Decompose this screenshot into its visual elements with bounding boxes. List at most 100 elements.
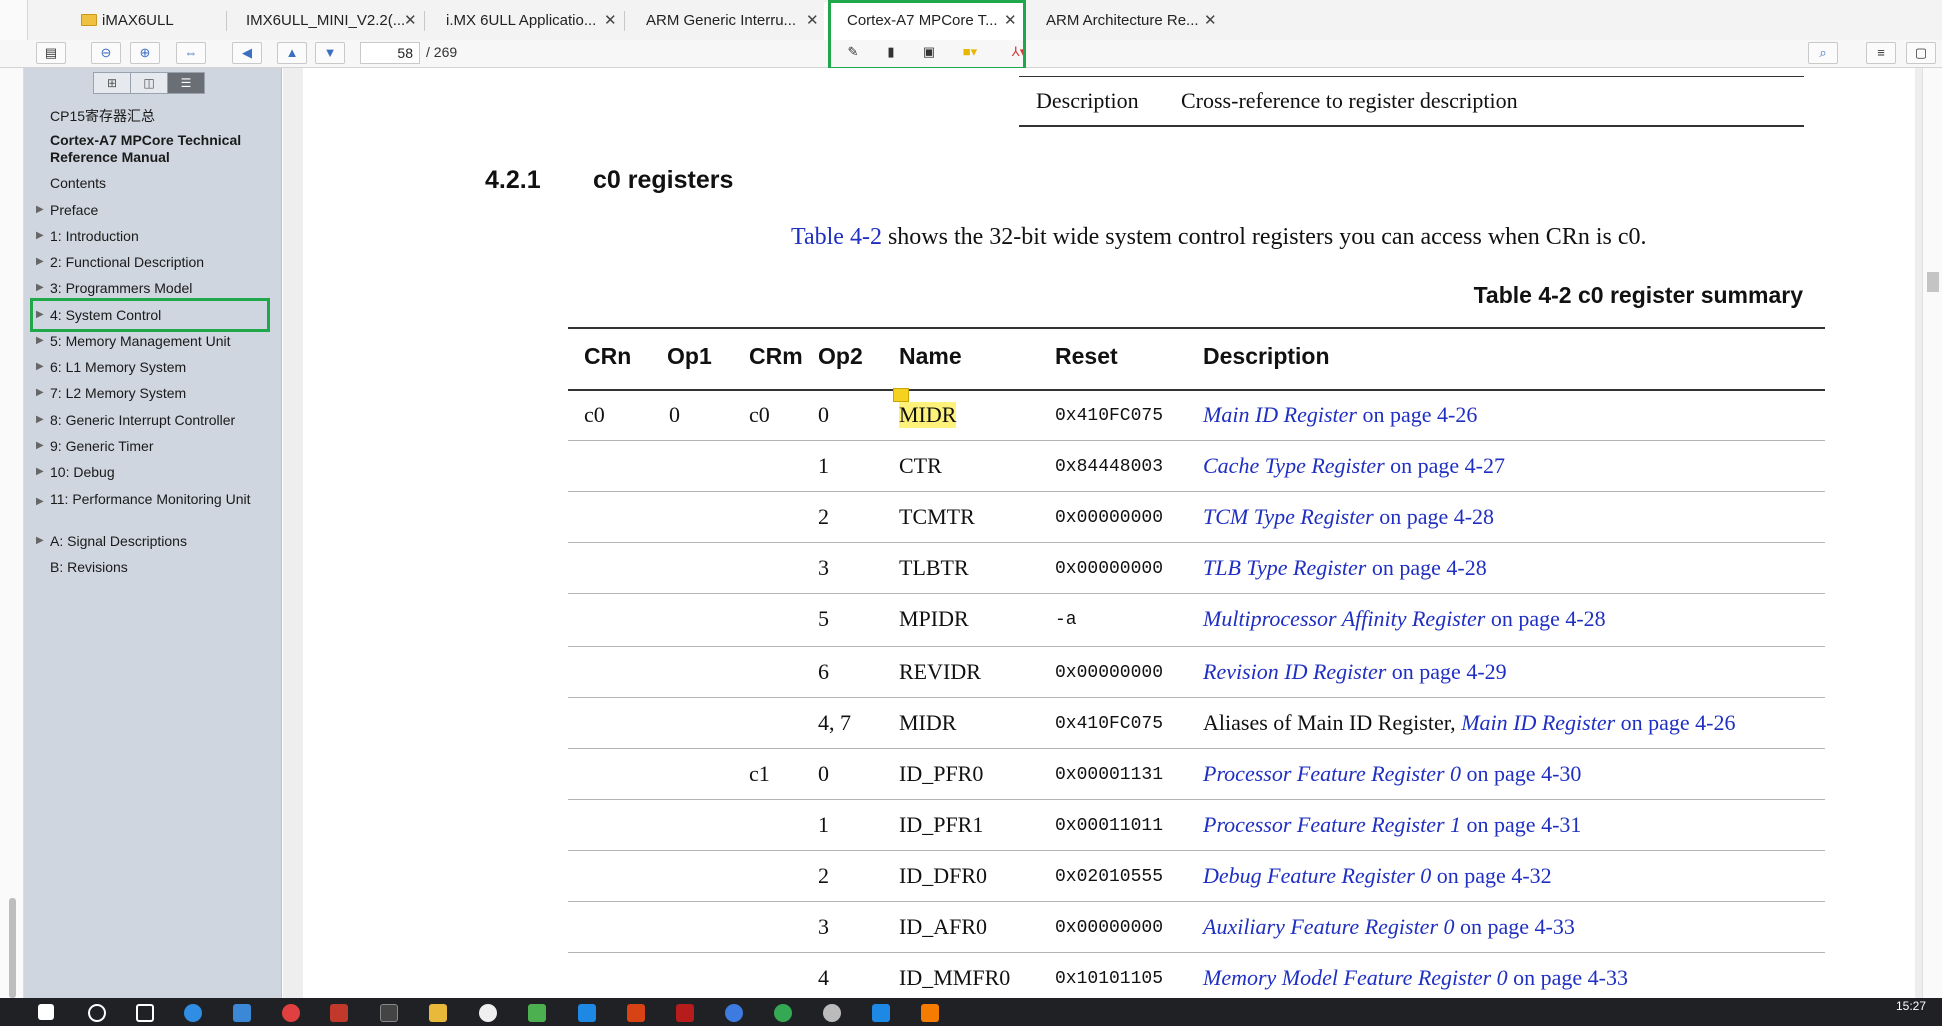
expand-arrow-icon[interactable]: ▶ [36, 204, 44, 215]
register-link-title[interactable]: TLB Type Register [1203, 555, 1366, 580]
register-link[interactable]: TCM Type Register on page 4-28 [1203, 504, 1494, 529]
file-explorer-icon[interactable] [429, 1004, 447, 1022]
windows-start-icon[interactable] [38, 1004, 54, 1020]
settings-icon[interactable] [823, 1004, 841, 1022]
expand-arrow-icon[interactable]: ▶ [36, 535, 44, 546]
register-link-title[interactable]: Memory Model Feature Register 0 [1203, 965, 1508, 990]
tab-arm-gic[interactable]: ARM Generic Interru... ✕ [624, 4, 824, 38]
register-link-title[interactable]: Auxiliary Feature Register 0 [1203, 914, 1455, 939]
register-link[interactable]: Cache Type Register on page 4-27 [1203, 453, 1505, 478]
register-link[interactable]: Multiprocessor Affinity Register on page… [1203, 606, 1606, 631]
register-link-page[interactable]: on page 4-28 [1366, 555, 1487, 580]
expand-arrow-icon[interactable]: ▶ [36, 282, 44, 293]
page-number-input[interactable]: 58 [360, 42, 420, 64]
expand-arrow-icon[interactable]: ▶ [36, 230, 44, 241]
sidebar-item-functional[interactable]: ▶ 2: Functional Description [36, 254, 204, 270]
task-view-icon[interactable] [136, 1004, 154, 1022]
register-link[interactable]: Main ID Register on page 4-26 [1461, 710, 1735, 735]
sidebar-item-programmers[interactable]: ▶ 3: Programmers Model [36, 280, 192, 296]
register-link-title[interactable]: TCM Type Register [1203, 504, 1374, 529]
sidebar-item-mmu[interactable]: ▶ 5: Memory Management Unit [36, 333, 231, 349]
scrollbar-thumb[interactable] [9, 898, 16, 998]
terminal-icon[interactable] [380, 1004, 398, 1022]
search-icon[interactable]: ⌕ [1808, 42, 1838, 64]
back-button[interactable]: ◀ [232, 42, 262, 64]
register-link-title[interactable]: Revision ID Register [1203, 659, 1386, 684]
sidebar-item-pmu[interactable]: ▶ 11: Performance Monitoring Unit [36, 491, 270, 508]
expand-arrow-icon[interactable]: ▶ [36, 466, 44, 477]
sidebar-item-contents[interactable]: Contents [50, 175, 106, 191]
expand-arrow-icon[interactable]: ▶ [36, 440, 44, 451]
document-view[interactable]: Description Cross-reference to register … [283, 68, 1922, 998]
taskbar-clock[interactable]: 15:27 [1896, 1000, 1926, 1012]
sidebar-item-l1[interactable]: ▶ 6: L1 Memory System [36, 359, 186, 375]
search-icon[interactable] [88, 1004, 106, 1022]
edge-browser-icon[interactable] [184, 1004, 202, 1022]
sidebar-item-cp15[interactable]: CP15寄存器汇总 [50, 106, 155, 126]
register-link-page[interactable]: on page 4-33 [1508, 965, 1628, 990]
thumbnails-icon[interactable]: ⊞ [93, 72, 131, 94]
register-link-page[interactable]: on page 4-31 [1461, 812, 1582, 837]
register-link[interactable]: Processor Feature Register 1 on page 4-3… [1203, 812, 1581, 837]
wps-icon[interactable] [627, 1004, 645, 1022]
register-link[interactable]: Processor Feature Register 0 on page 4-3… [1203, 761, 1581, 786]
register-link-title[interactable]: Cache Type Register [1203, 453, 1385, 478]
expand-arrow-icon[interactable]: ▶ [36, 414, 44, 425]
expand-arrow-icon[interactable]: ▶ [36, 256, 44, 267]
sidebar-item-gic[interactable]: ▶ 8: Generic Interrupt Controller [36, 412, 235, 428]
sidebar-item-timer[interactable]: ▶ 9: Generic Timer [36, 438, 153, 454]
register-link-title[interactable]: Processor Feature Register 0 [1203, 761, 1461, 786]
table-link[interactable]: Table 4-2 [791, 224, 882, 250]
zoom-out-button[interactable]: ⊖ [91, 42, 121, 64]
virtual-machine-icon[interactable] [921, 1004, 939, 1022]
register-link-title[interactable]: Multiprocessor Affinity Register [1203, 606, 1485, 631]
vscode-icon[interactable] [872, 1004, 890, 1022]
sidebar-doc-title[interactable]: Cortex-A7 MPCore Technical Reference Man… [50, 132, 280, 166]
sidebar-item-l2[interactable]: ▶ 7: L2 Memory System [36, 385, 186, 401]
register-link[interactable]: Main ID Register on page 4-26 [1203, 402, 1477, 427]
chrome-icon[interactable] [774, 1004, 792, 1022]
register-link[interactable]: Revision ID Register on page 4-29 [1203, 659, 1507, 684]
register-link[interactable]: Memory Model Feature Register 0 on page … [1203, 965, 1628, 990]
app-red-icon[interactable] [282, 1004, 300, 1022]
expand-arrow-icon[interactable]: ▶ [36, 361, 44, 372]
app-blue-icon[interactable] [725, 1004, 743, 1022]
close-icon[interactable]: ✕ [404, 4, 417, 38]
pdf-reader-icon[interactable] [330, 1004, 348, 1022]
store-icon[interactable] [233, 1004, 251, 1022]
sticky-note-icon[interactable] [893, 388, 909, 402]
zoom-in-button[interactable]: ⊕ [130, 42, 160, 64]
register-link-title[interactable]: Debug Feature Register 0 [1203, 863, 1431, 888]
close-icon[interactable]: ✕ [1204, 4, 1217, 38]
tab-imx6ull-mini[interactable]: IMX6ULL_MINI_V2.2(... ✕ [226, 4, 424, 38]
register-link-page[interactable]: on page 4-28 [1374, 504, 1494, 529]
sidebar-item-revisions[interactable]: B: Revisions [50, 559, 128, 575]
register-link[interactable]: Auxiliary Feature Register 0 on page 4-3… [1203, 914, 1575, 939]
register-link-page[interactable]: on page 4-30 [1461, 761, 1582, 786]
close-icon[interactable]: ✕ [806, 4, 819, 38]
expand-arrow-icon[interactable]: ▶ [36, 387, 44, 398]
filezilla-icon[interactable] [676, 1004, 694, 1022]
register-link[interactable]: TLB Type Register on page 4-28 [1203, 555, 1487, 580]
register-link-page[interactable]: on page 4-26 [1615, 710, 1736, 735]
register-link-title[interactable]: Main ID Register [1203, 402, 1357, 427]
pinned-app-icon[interactable] [578, 1004, 596, 1022]
sidebar-item-debug[interactable]: ▶ 10: Debug [36, 464, 115, 480]
register-link[interactable]: Debug Feature Register 0 on page 4-32 [1203, 863, 1552, 888]
toggle-sidebar-button[interactable]: ▤ [36, 42, 66, 64]
register-link-page[interactable]: on page 4-32 [1431, 863, 1552, 888]
sidebar-item-introduction[interactable]: ▶ 1: Introduction [36, 228, 139, 244]
sidebar-item-preface[interactable]: ▶ Preface [36, 202, 98, 218]
register-link-page[interactable]: on page 4-28 [1485, 606, 1606, 631]
close-icon[interactable]: ✕ [604, 4, 617, 38]
grid-app-icon[interactable] [528, 1004, 546, 1022]
tab-imax6ull[interactable]: iMAX6ULL [28, 4, 226, 38]
register-link-title[interactable]: Main ID Register [1461, 710, 1615, 735]
document-scrollbar[interactable] [1922, 68, 1942, 998]
sidebar-item-signals[interactable]: ▶ A: Signal Descriptions [36, 533, 187, 549]
bookmarks-icon[interactable]: ◫ [130, 72, 168, 94]
expand-arrow-icon[interactable]: ▶ [36, 335, 44, 346]
register-link-page[interactable]: on page 4-33 [1455, 914, 1575, 939]
outline-view-icon[interactable]: ≡ [1866, 42, 1896, 64]
register-link-page[interactable]: on page 4-26 [1357, 402, 1477, 427]
